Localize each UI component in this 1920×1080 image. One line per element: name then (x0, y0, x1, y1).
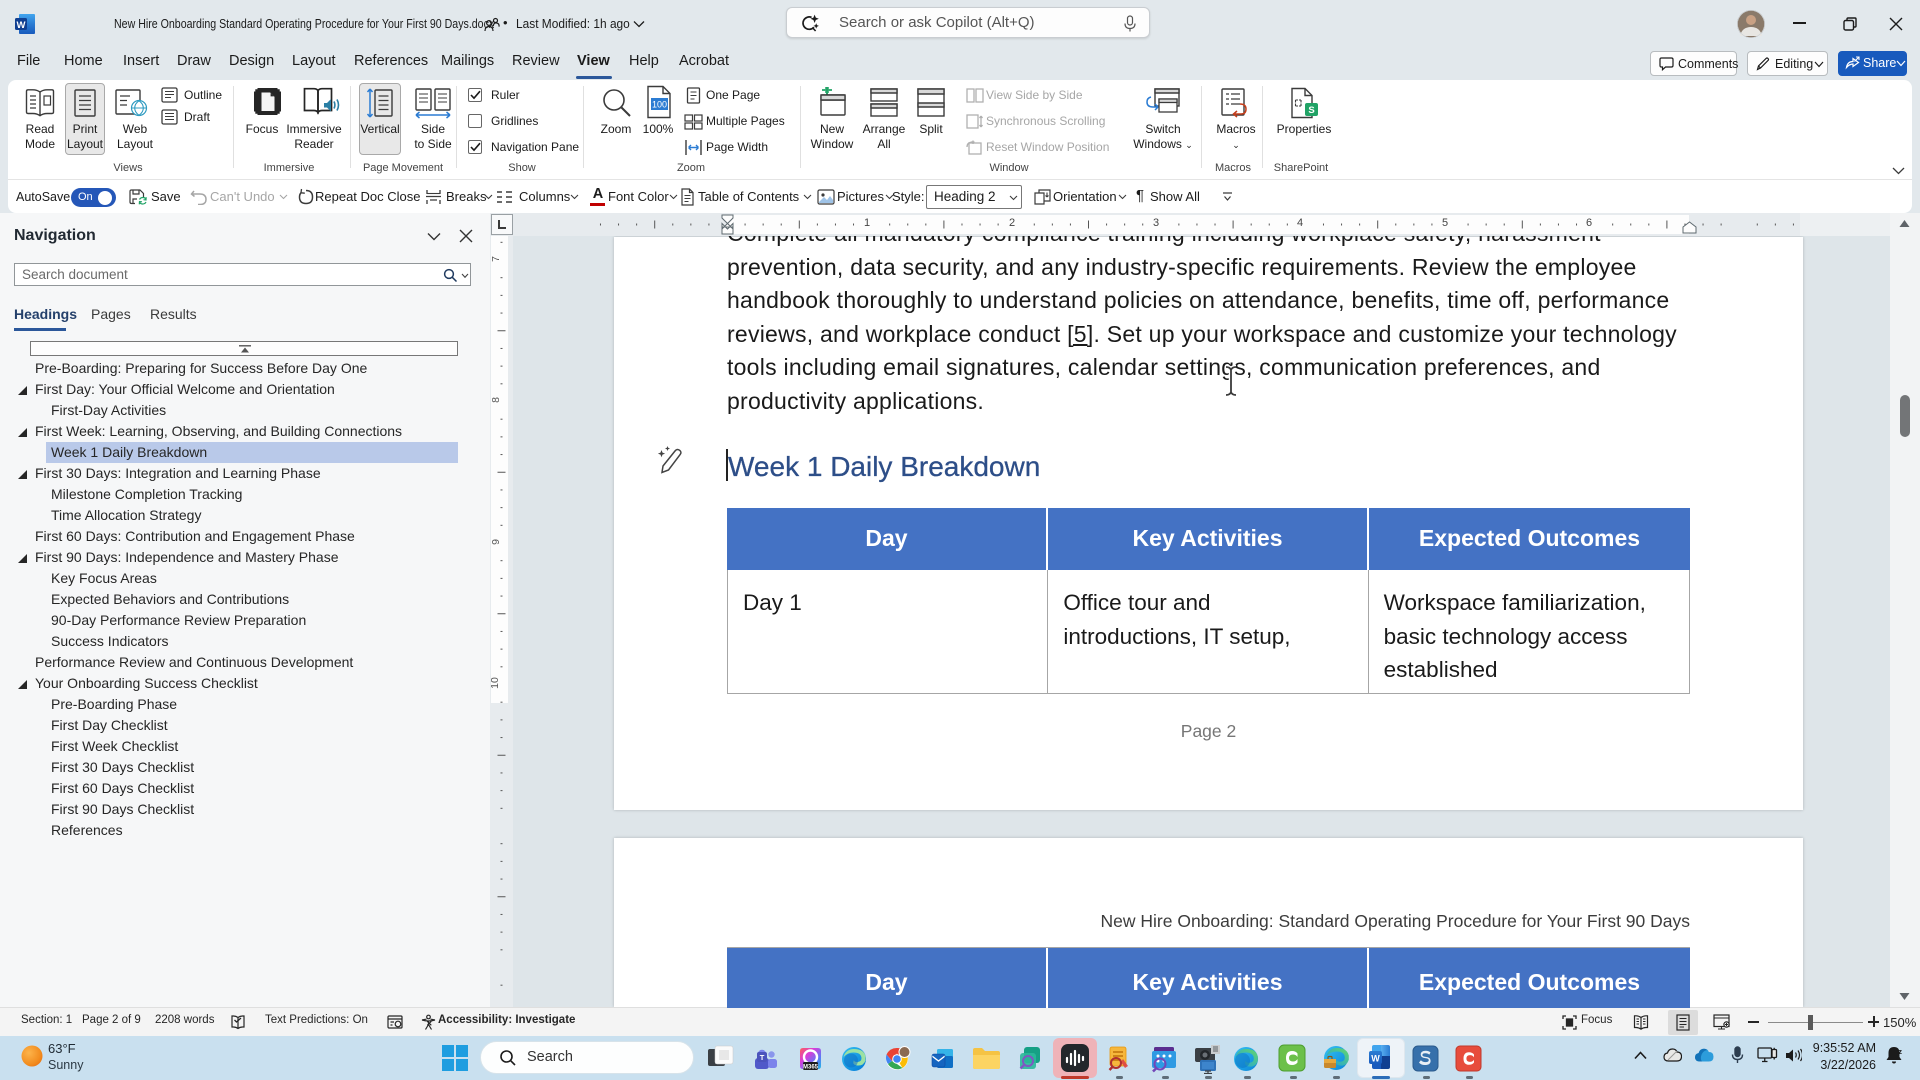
svg-text:W: W (17, 20, 26, 31)
svg-text:S: S (1308, 105, 1314, 116)
svg-text:100: 100 (652, 100, 667, 110)
svg-text:W: W (1371, 1054, 1380, 1064)
svg-text:z: z (1899, 1049, 1903, 1056)
svg-text:M365: M365 (803, 1065, 819, 1071)
svg-text:T: T (760, 1053, 765, 1062)
